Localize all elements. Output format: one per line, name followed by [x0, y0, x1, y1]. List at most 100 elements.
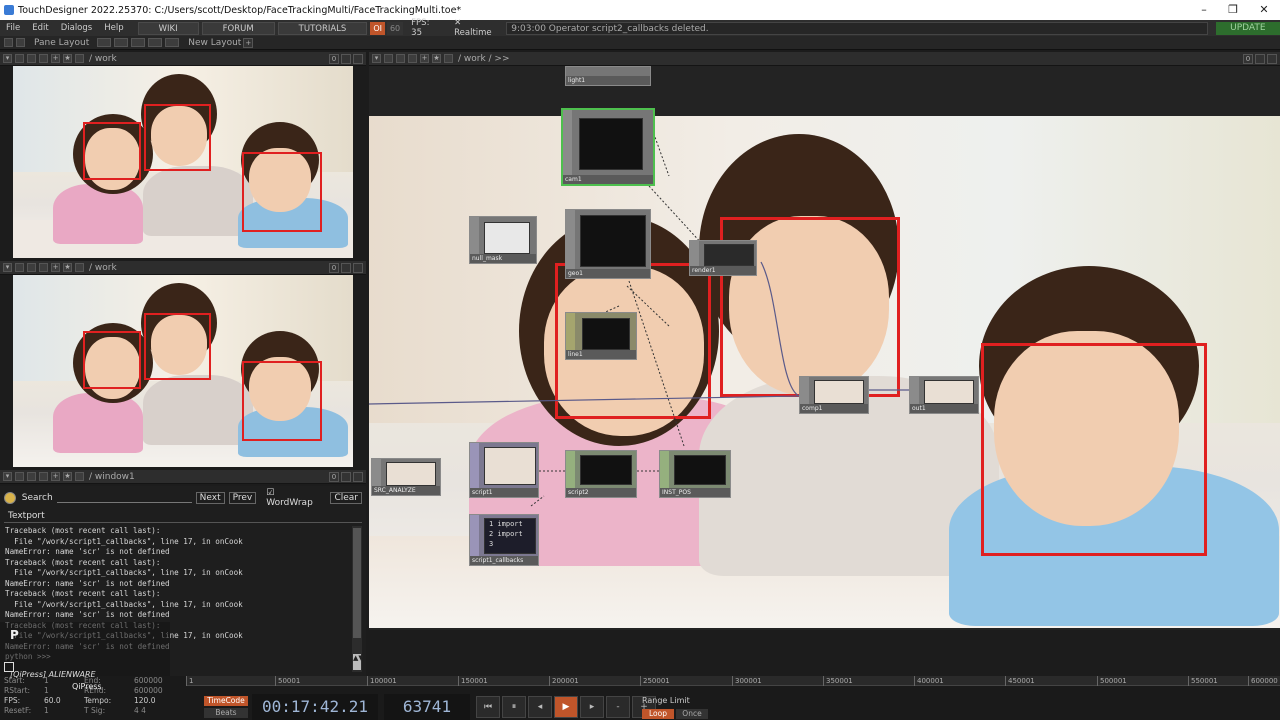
back-icon[interactable]	[396, 54, 405, 63]
pane-path[interactable]: / work	[89, 263, 117, 273]
node-null-mask[interactable]: null_mask	[469, 216, 537, 264]
timecode-toggle[interactable]: TimeCode	[204, 696, 248, 706]
plus-icon[interactable]: +	[51, 54, 60, 63]
pane-type-icon[interactable]	[15, 54, 24, 63]
beats-toggle[interactable]: Beats	[204, 708, 248, 718]
node-out1[interactable]: out1	[909, 376, 979, 414]
back-icon[interactable]	[27, 54, 36, 63]
split-pane-icon[interactable]	[1267, 53, 1277, 64]
layout-preset-5[interactable]	[165, 38, 180, 47]
node-script1-callbacks[interactable]: 1 import 2 import 3 script1_callbacks	[469, 514, 539, 566]
split-pane-icon[interactable]	[353, 471, 363, 482]
wiki-button[interactable]: WIKI	[137, 21, 199, 35]
pane-layout-label[interactable]: Pane Layout	[34, 38, 89, 48]
node-comp1[interactable]: comp1	[799, 376, 869, 414]
next-button[interactable]: Next	[195, 492, 225, 504]
step-forward-icon[interactable]: ▸	[580, 696, 604, 718]
menu-edit[interactable]: Edit	[26, 23, 54, 33]
skip-start-icon[interactable]: ⏮	[476, 696, 500, 718]
star-icon[interactable]: ★	[63, 472, 72, 481]
forward-icon[interactable]	[39, 263, 48, 272]
minimize-button[interactable]: –	[1190, 0, 1218, 20]
node-geo1[interactable]: geo1	[565, 209, 651, 279]
realtime-toggle[interactable]: ✕ Realtime	[448, 18, 506, 38]
star-icon[interactable]: ★	[63, 263, 72, 272]
home-icon[interactable]	[444, 54, 453, 63]
minus-icon[interactable]: -	[606, 696, 630, 718]
node-line1[interactable]: line1	[565, 312, 637, 360]
star-icon[interactable]: ★	[63, 54, 72, 63]
pane-menu-icon[interactable]: ▾	[3, 472, 12, 481]
home-icon[interactable]	[75, 263, 84, 272]
plus-icon[interactable]: +	[51, 472, 60, 481]
maximize-button[interactable]: ❐	[1219, 0, 1247, 20]
node-light1[interactable]: light1	[565, 66, 651, 86]
add-layout-button[interactable]: +	[243, 37, 254, 48]
timeline-ruler[interactable]: 1 50001 100001 150001 200001 250001 3000…	[186, 676, 1280, 686]
forum-button[interactable]: FORUM	[201, 21, 275, 35]
step-back-icon[interactable]: ◂	[528, 696, 552, 718]
pane-type-icon[interactable]	[15, 472, 24, 481]
new-layout-label[interactable]: New Layout	[188, 38, 241, 48]
menu-dialogs[interactable]: Dialogs	[55, 23, 99, 33]
forward-icon[interactable]	[39, 472, 48, 481]
node-script2[interactable]: script2	[565, 450, 637, 498]
tab-textport[interactable]: Textport	[4, 511, 49, 521]
oi-button[interactable]: OI	[370, 21, 385, 35]
back-icon[interactable]	[27, 472, 36, 481]
layout-preset-3[interactable]	[131, 38, 146, 47]
pane-type-icon[interactable]	[15, 263, 24, 272]
prev-button[interactable]: Prev	[228, 492, 257, 504]
plus-icon[interactable]: +	[420, 54, 429, 63]
wordwrap-checkbox[interactable]: ☑ WordWrap	[266, 488, 322, 508]
plus-icon[interactable]: +	[51, 263, 60, 272]
network-path[interactable]: / work / >>	[458, 54, 510, 64]
play-icon[interactable]: ▶	[554, 696, 578, 718]
star-icon[interactable]: ★	[432, 54, 441, 63]
pane-menu-icon[interactable]: ▾	[372, 54, 381, 63]
split-pane-icon[interactable]	[353, 262, 363, 273]
textport-scrollbar[interactable]: ▲▼	[352, 526, 364, 672]
node-inst-pos[interactable]: INST_POS	[659, 450, 731, 498]
tutorials-button[interactable]: TUTORIALS	[277, 21, 368, 35]
home-icon[interactable]	[75, 54, 84, 63]
node-render1[interactable]: render1	[689, 240, 757, 276]
forward-icon[interactable]	[408, 54, 417, 63]
layout-icon[interactable]	[4, 38, 13, 47]
forward-icon[interactable]	[39, 54, 48, 63]
layout-preset-2[interactable]	[114, 38, 129, 47]
maximize-pane-icon[interactable]	[341, 53, 351, 64]
timecode-display[interactable]: 00:17:42.21	[252, 694, 378, 720]
anchor-icon[interactable]	[16, 38, 25, 47]
pane-menu-icon[interactable]: ▾	[3, 54, 12, 63]
pane-path[interactable]: / window1	[89, 472, 135, 482]
pane-menu-icon[interactable]: ▾	[3, 263, 12, 272]
node-src-analyze[interactable]: SRC_ANALYZE	[371, 458, 441, 496]
close-button[interactable]: ✕	[1250, 0, 1278, 20]
search-input[interactable]	[56, 493, 192, 503]
pane-path[interactable]: / work	[89, 54, 117, 64]
home-icon[interactable]	[75, 472, 84, 481]
layout-preset-4[interactable]	[148, 38, 163, 47]
node-script1[interactable]: script1	[469, 442, 539, 498]
menu-file[interactable]: File	[0, 23, 26, 33]
back-icon[interactable]	[27, 263, 36, 272]
node-cam1[interactable]: cam1	[561, 108, 655, 186]
viewer-mid-left[interactable]	[13, 275, 353, 467]
pane-type-icon[interactable]	[384, 54, 393, 63]
split-pane-icon[interactable]	[353, 53, 363, 64]
fps-cap[interactable]: 60	[386, 21, 404, 35]
network-editor[interactable]: light1 cam1 null_mask geo1 render1 line1…	[369, 66, 1280, 630]
maximize-pane-icon[interactable]	[341, 262, 351, 273]
clear-button[interactable]: Clear	[330, 492, 362, 504]
once-toggle[interactable]: Once	[676, 709, 708, 719]
viewer-top-left[interactable]	[13, 66, 353, 258]
maximize-pane-icon[interactable]	[1255, 53, 1265, 64]
menu-help[interactable]: Help	[98, 23, 129, 33]
layout-preset-1[interactable]	[97, 38, 112, 47]
frame-display[interactable]: 63741	[384, 694, 470, 720]
loop-toggle[interactable]: Loop	[642, 709, 674, 719]
update-button[interactable]: UPDATE	[1215, 21, 1280, 35]
maximize-pane-icon[interactable]	[341, 471, 351, 482]
pause-icon[interactable]: ⏸	[502, 696, 526, 718]
